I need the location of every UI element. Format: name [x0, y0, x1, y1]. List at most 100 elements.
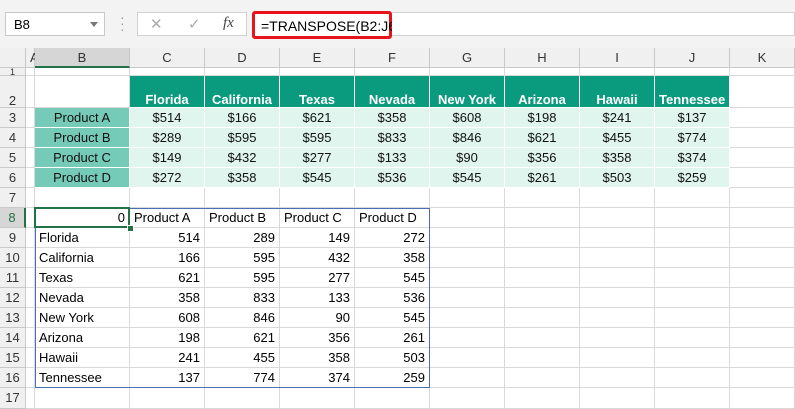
cell[interactable] [26, 188, 35, 208]
value-cell[interactable]: $545 [280, 168, 355, 188]
cell[interactable] [730, 228, 795, 248]
cell[interactable] [580, 268, 655, 288]
transposed-header-cell[interactable]: Product A [130, 208, 205, 228]
transposed-value-cell[interactable]: 356 [280, 328, 355, 348]
cancel-icon[interactable]: ✕ [150, 15, 163, 33]
value-cell[interactable]: $90 [430, 148, 505, 168]
cell[interactable] [580, 308, 655, 328]
value-cell[interactable]: $503 [580, 168, 655, 188]
value-cell[interactable]: $259 [655, 168, 730, 188]
transposed-value-cell[interactable]: 595 [205, 248, 280, 268]
cell[interactable] [35, 68, 130, 76]
cell[interactable] [655, 208, 730, 228]
row-header-2[interactable]: 2 [0, 76, 26, 108]
cell[interactable] [430, 248, 505, 268]
cell[interactable] [430, 68, 505, 76]
cell[interactable] [730, 348, 795, 368]
value-cell[interactable]: $198 [505, 108, 580, 128]
column-header-J[interactable]: J [655, 48, 730, 68]
cell[interactable] [26, 148, 35, 168]
value-cell[interactable]: $621 [505, 128, 580, 148]
cell[interactable] [35, 188, 130, 208]
cell[interactable] [35, 76, 130, 108]
insert-function-icon[interactable]: fx [223, 15, 234, 32]
cell[interactable] [730, 308, 795, 328]
cell[interactable] [505, 308, 580, 328]
transposed-label-cell[interactable]: Texas [35, 268, 130, 288]
cell[interactable] [26, 168, 35, 188]
cell[interactable] [730, 388, 795, 409]
product-label-cell[interactable]: Product D [35, 168, 130, 188]
transposed-label-cell[interactable]: Nevada [35, 288, 130, 308]
cell[interactable] [26, 248, 35, 268]
column-header-B[interactable]: B [35, 48, 130, 68]
cell[interactable] [580, 248, 655, 268]
cell[interactable] [205, 388, 280, 409]
column-header-K[interactable]: K [730, 48, 795, 68]
cell[interactable] [280, 188, 355, 208]
cell[interactable] [730, 108, 795, 128]
transposed-value-cell[interactable]: 358 [355, 248, 430, 268]
row-header-10[interactable]: 10 [0, 248, 26, 268]
cell[interactable] [655, 368, 730, 388]
transposed-value-cell[interactable]: 241 [130, 348, 205, 368]
row-header-8[interactable]: 8 [0, 208, 26, 228]
cell[interactable] [26, 68, 35, 76]
row-header-15[interactable]: 15 [0, 348, 26, 368]
transposed-value-cell[interactable]: 277 [280, 268, 355, 288]
cell[interactable] [280, 388, 355, 409]
cell[interactable] [430, 368, 505, 388]
cell[interactable] [26, 76, 35, 108]
cell[interactable] [505, 188, 580, 208]
value-cell[interactable]: $241 [580, 108, 655, 128]
value-cell[interactable]: $608 [430, 108, 505, 128]
row-header-5[interactable]: 5 [0, 148, 26, 168]
drag-handle-icon[interactable]: · · · [120, 10, 125, 36]
transposed-value-cell[interactable]: 137 [130, 368, 205, 388]
formula-input[interactable]: =TRANSPOSE(B2:J6) [252, 11, 401, 39]
cell[interactable] [26, 268, 35, 288]
transposed-header-cell[interactable]: Product B [205, 208, 280, 228]
cell[interactable] [430, 328, 505, 348]
transposed-value-cell[interactable]: 272 [355, 228, 430, 248]
transposed-value-cell[interactable]: 358 [280, 348, 355, 368]
cell[interactable] [730, 68, 795, 76]
cell[interactable] [655, 388, 730, 409]
transposed-label-cell[interactable]: Florida [35, 228, 130, 248]
cell[interactable] [655, 308, 730, 328]
column-header-C[interactable]: C [130, 48, 205, 68]
transposed-value-cell[interactable]: 608 [130, 308, 205, 328]
value-cell[interactable]: $358 [205, 168, 280, 188]
transposed-value-cell[interactable]: 503 [355, 348, 430, 368]
cell[interactable] [505, 68, 580, 76]
cell[interactable] [26, 328, 35, 348]
transposed-value-cell[interactable]: 621 [130, 268, 205, 288]
value-cell[interactable]: $774 [655, 128, 730, 148]
cell[interactable] [730, 188, 795, 208]
cell[interactable] [730, 208, 795, 228]
cell[interactable] [26, 108, 35, 128]
cell[interactable] [580, 388, 655, 409]
value-cell[interactable]: $374 [655, 148, 730, 168]
row-header-14[interactable]: 14 [0, 328, 26, 348]
column-header-H[interactable]: H [505, 48, 580, 68]
cell[interactable] [35, 388, 130, 409]
cell[interactable] [130, 188, 205, 208]
row-header-13[interactable]: 13 [0, 308, 26, 328]
cell[interactable] [430, 228, 505, 248]
cell[interactable] [655, 268, 730, 288]
cell[interactable] [26, 128, 35, 148]
transposed-value-cell[interactable]: 545 [355, 268, 430, 288]
column-header-A[interactable]: A [26, 48, 39, 68]
value-cell[interactable]: $289 [130, 128, 205, 148]
cell[interactable] [430, 188, 505, 208]
chevron-down-icon[interactable] [90, 22, 98, 27]
cell[interactable] [26, 228, 35, 248]
cell[interactable] [505, 268, 580, 288]
cell[interactable] [655, 348, 730, 368]
name-box[interactable]: B8 [5, 12, 105, 36]
cell[interactable] [205, 68, 280, 76]
cell[interactable] [26, 388, 35, 409]
cell[interactable] [730, 368, 795, 388]
cell[interactable] [355, 188, 430, 208]
